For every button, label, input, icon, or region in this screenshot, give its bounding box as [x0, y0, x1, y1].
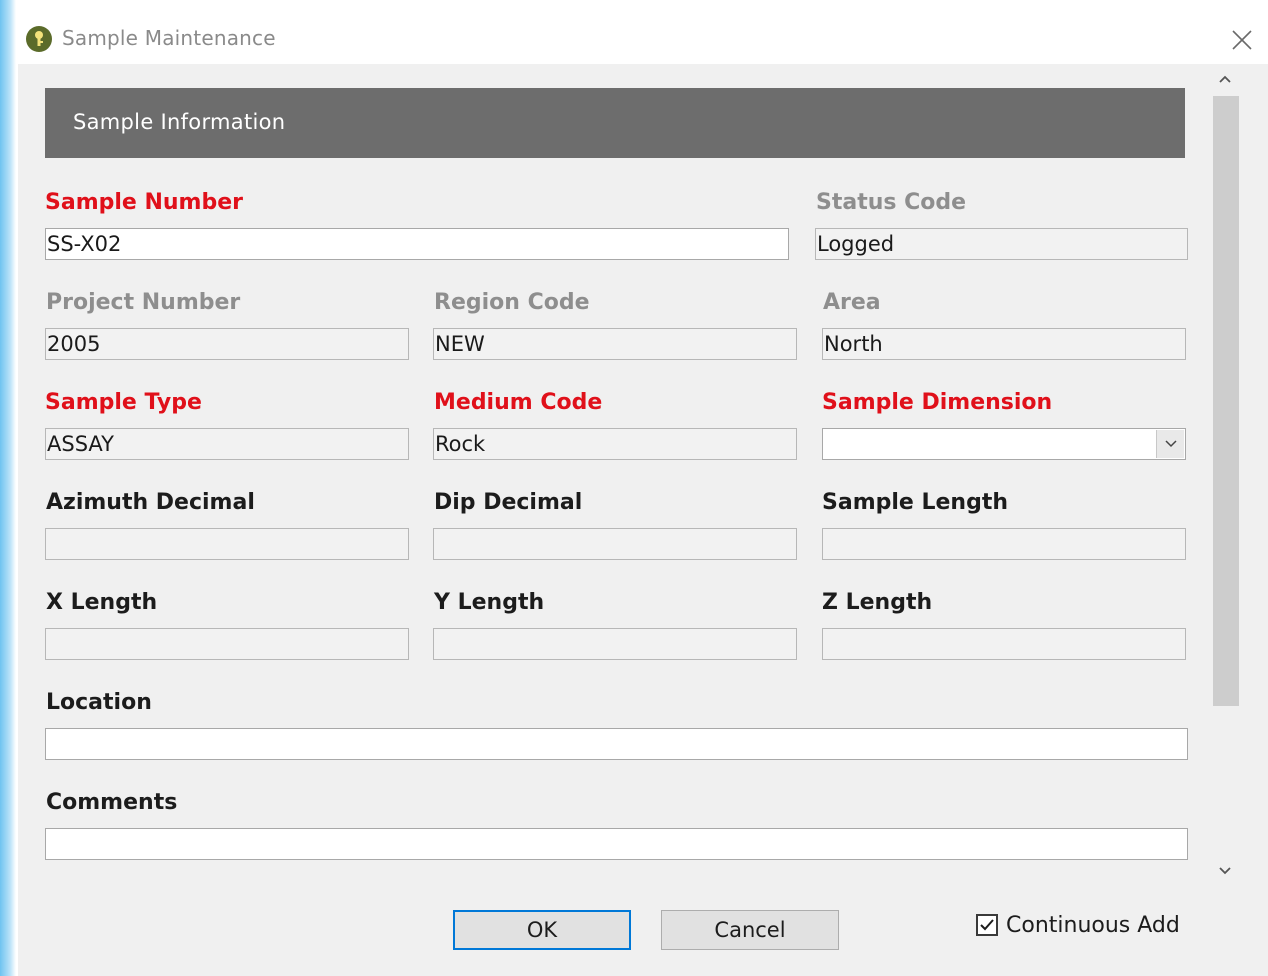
sample-type-label: Sample Type [45, 390, 202, 415]
scrollbar-thumb[interactable] [1213, 96, 1239, 706]
project-number-label: Project Number [46, 290, 241, 315]
section-title: Sample Information [73, 110, 286, 134]
dip-decimal-input[interactable] [433, 528, 797, 560]
window-title: Sample Maintenance [62, 26, 276, 50]
sample-number-input[interactable]: SS-X02 [45, 228, 789, 260]
comments-label: Comments [46, 790, 178, 815]
x-length-input[interactable] [45, 628, 409, 660]
sample-dimension-label: Sample Dimension [822, 390, 1053, 415]
z-length-label: Z Length [822, 590, 933, 615]
region-code-field: NEW [433, 328, 797, 360]
status-code-label: Status Code [816, 190, 967, 215]
chevron-down-icon[interactable] [1214, 860, 1236, 882]
region-code-label: Region Code [434, 290, 590, 315]
dialog-content: Sample Information Sample Number SS-X02 … [18, 64, 1268, 976]
dip-decimal-label: Dip Decimal [434, 490, 583, 515]
chevron-down-icon[interactable] [1156, 430, 1184, 458]
y-length-label: Y Length [434, 590, 545, 615]
section-header: Sample Information [45, 88, 1185, 158]
x-length-label: X Length [46, 590, 158, 615]
sample-dimension-select[interactable] [822, 428, 1186, 460]
ok-button[interactable]: OK [453, 910, 631, 950]
area-field: North [822, 328, 1186, 360]
area-label: Area [823, 290, 881, 315]
continuous-add-label: Continuous Add [1006, 912, 1180, 938]
location-input[interactable] [45, 728, 1188, 760]
medium-code-field[interactable]: Rock [433, 428, 797, 460]
sample-number-label: Sample Number [45, 190, 243, 215]
key-icon [26, 26, 52, 52]
azimuth-decimal-input[interactable] [45, 528, 409, 560]
checkbox-check-icon[interactable] [976, 914, 998, 936]
sample-length-input[interactable] [822, 528, 1186, 560]
sample-type-field[interactable]: ASSAY [45, 428, 409, 460]
comments-input[interactable] [45, 828, 1188, 860]
location-label: Location [46, 690, 152, 715]
y-length-input[interactable] [433, 628, 797, 660]
azimuth-decimal-label: Azimuth Decimal [46, 490, 255, 515]
dialog-window: Sample Maintenance Sample Information Sa… [18, 14, 1268, 976]
continuous-add-checkbox[interactable]: Continuous Add [976, 910, 1180, 940]
cancel-button[interactable]: Cancel [661, 910, 839, 950]
sample-length-label: Sample Length [822, 490, 1009, 515]
close-icon[interactable] [1224, 22, 1260, 58]
status-code-field: Logged [815, 228, 1188, 260]
z-length-input[interactable] [822, 628, 1186, 660]
project-number-field: 2005 [45, 328, 409, 360]
title-bar[interactable]: Sample Maintenance [18, 14, 1268, 64]
vertical-scrollbar[interactable] [1208, 64, 1242, 894]
medium-code-label: Medium Code [434, 390, 603, 415]
chevron-up-icon[interactable] [1214, 68, 1236, 90]
